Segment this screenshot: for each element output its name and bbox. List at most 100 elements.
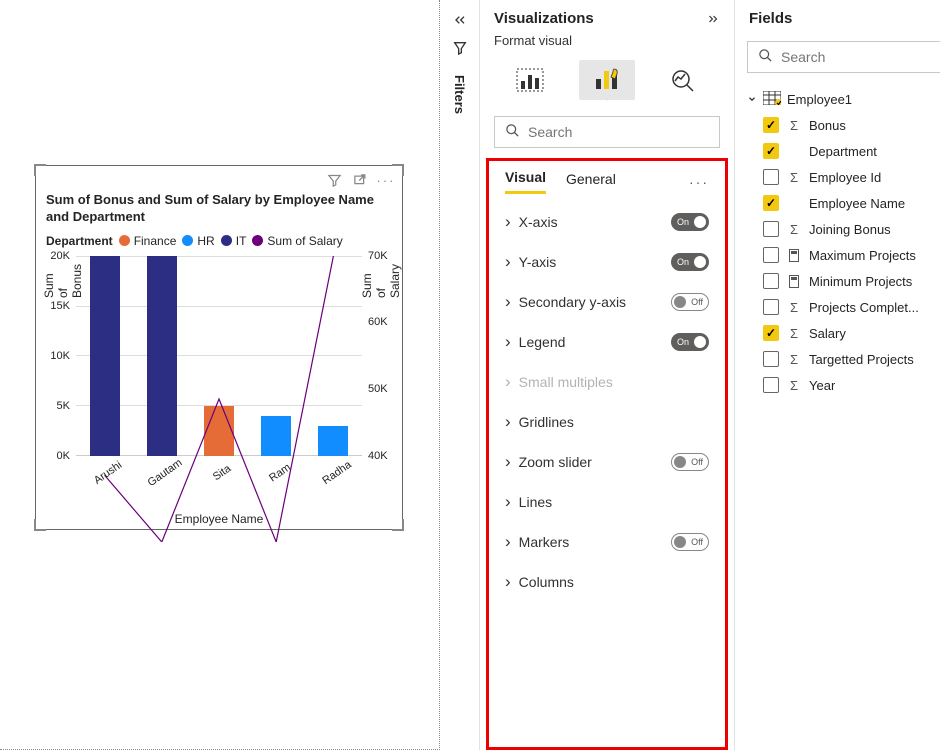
format-row-lines[interactable]: Lines (501, 482, 713, 522)
field-checkbox[interactable] (763, 247, 779, 263)
line-series[interactable] (105, 256, 334, 542)
tab-visual[interactable]: Visual (505, 169, 546, 194)
field-row[interactable]: Targetted Projects (743, 346, 940, 372)
y-axis-left-ticks: 20K 15K 10K 5K 0K (36, 256, 76, 456)
field-label: Maximum Projects (809, 248, 916, 263)
chevron-right-icon (505, 212, 511, 232)
toggle-legend[interactable]: On (671, 333, 709, 351)
toggle-secy[interactable]: Off (671, 293, 709, 311)
format-row-gridlines[interactable]: Gridlines (501, 402, 713, 442)
toggle-xaxis[interactable]: On (671, 213, 709, 231)
field-label: Minimum Projects (809, 274, 912, 289)
filters-pane-collapsed[interactable]: Filters (440, 0, 480, 750)
toggle-yaxis[interactable]: On (671, 253, 709, 271)
table-label: Employee1 (787, 92, 852, 107)
format-search-box[interactable] (494, 116, 720, 148)
analytics-icon[interactable] (656, 60, 712, 100)
table-icon (763, 91, 781, 108)
format-row-label: Gridlines (519, 414, 574, 430)
sigma-icon (787, 300, 801, 315)
field-row[interactable]: Salary (743, 320, 940, 346)
fields-search-box[interactable] (747, 41, 940, 73)
format-row-label: Y-axis (519, 254, 557, 270)
format-search-input[interactable] (528, 124, 709, 140)
legend-item-it: IT (221, 234, 247, 248)
focus-mode-icon[interactable] (352, 172, 368, 188)
field-label: Targetted Projects (809, 352, 914, 367)
chevron-right-icon (505, 252, 511, 272)
table-node-employee1[interactable]: Employee1 (743, 87, 940, 112)
field-checkbox[interactable] (763, 299, 779, 315)
format-row-xaxis[interactable]: X-axis On (501, 202, 713, 242)
field-checkbox[interactable] (763, 273, 779, 289)
field-checkbox[interactable] (763, 377, 779, 393)
search-icon (758, 48, 773, 66)
legend-item-hr: HR (182, 234, 214, 248)
field-label: Salary (809, 326, 846, 341)
field-row[interactable]: Employee Id (743, 164, 940, 190)
format-row-columns[interactable]: Columns (501, 562, 713, 602)
field-checkbox[interactable] (763, 143, 779, 159)
build-visual-icon[interactable] (502, 60, 558, 100)
sigma-icon (787, 378, 801, 393)
field-row[interactable]: Projects Complet... (743, 294, 940, 320)
format-row-label: Small multiples (519, 374, 613, 390)
measure-icon (787, 249, 801, 262)
report-canvas[interactable]: ··· Sum of Bonus and Sum of Salary by Em… (0, 0, 440, 750)
field-label: Projects Complet... (809, 300, 919, 315)
sigma-icon (787, 352, 801, 367)
field-row[interactable]: Department (743, 138, 940, 164)
tab-general[interactable]: General (566, 171, 616, 193)
toggle-zoom[interactable]: Off (671, 453, 709, 471)
chevron-right-icon (505, 332, 511, 352)
format-row-markers[interactable]: Markers Off (501, 522, 713, 562)
format-visual-icon[interactable] (579, 60, 635, 100)
legend-title: Department (46, 234, 113, 248)
format-row-legend[interactable]: LegendOn (501, 322, 713, 362)
field-checkbox[interactable] (763, 169, 779, 185)
field-row[interactable]: Minimum Projects (743, 268, 940, 294)
chevron-down-icon (747, 92, 757, 107)
legend-item-salary: Sum of Salary (252, 234, 342, 248)
field-checkbox[interactable] (763, 117, 779, 133)
chevron-right-icon (505, 372, 511, 392)
chevron-right-icon (505, 572, 511, 592)
x-axis-title: Employee Name (36, 512, 402, 526)
field-checkbox[interactable] (763, 351, 779, 367)
format-row-yaxis[interactable]: Y-axis On (501, 242, 713, 282)
legend-label: Sum of Salary (267, 234, 342, 248)
tab-more-icon[interactable]: ··· (689, 174, 709, 190)
sigma-icon (787, 222, 801, 237)
measure-icon (787, 275, 801, 288)
field-row[interactable]: Bonus (743, 112, 940, 138)
chevron-right-icon (505, 452, 511, 472)
field-row[interactable]: Year (743, 372, 940, 398)
y-axis-right-ticks: 70K 60K 50K 40K (362, 256, 402, 456)
field-checkbox[interactable] (763, 195, 779, 211)
field-checkbox[interactable] (763, 325, 779, 341)
fields-search-input[interactable] (781, 49, 940, 65)
fields-header: Fields (749, 10, 792, 27)
field-row[interactable]: Joining Bonus (743, 216, 940, 242)
visual-container[interactable]: ··· Sum of Bonus and Sum of Salary by Em… (35, 165, 403, 530)
field-checkbox[interactable] (763, 221, 779, 237)
format-row-label: X-axis (519, 214, 558, 230)
resize-handle-tl[interactable] (34, 164, 46, 176)
chevron-right-icon (505, 412, 511, 432)
expand-filters-icon[interactable] (450, 10, 470, 30)
format-row-secy[interactable]: Secondary y-axisOff (501, 282, 713, 322)
filter-icon[interactable] (326, 172, 342, 188)
resize-handle-tr[interactable] (392, 164, 404, 176)
sigma-icon (787, 326, 801, 341)
format-row-zoom[interactable]: Zoom sliderOff (501, 442, 713, 482)
toggle-markers[interactable]: Off (671, 533, 709, 551)
field-row[interactable]: Maximum Projects (743, 242, 940, 268)
field-row[interactable]: Employee Name (743, 190, 940, 216)
format-row-label: Markers (519, 534, 570, 550)
highlighted-format-region: Visual General ··· X-axis On Y-axis On Secon… (486, 158, 728, 750)
chart-legend: Department Finance HR IT Sum of Salary (36, 232, 402, 256)
visualizations-pane: Visualizations Format visual Visual Gene… (480, 0, 735, 750)
field-label: Joining Bonus (809, 222, 891, 237)
collapse-visualizations-icon[interactable] (706, 12, 720, 26)
sigma-icon (787, 118, 801, 133)
